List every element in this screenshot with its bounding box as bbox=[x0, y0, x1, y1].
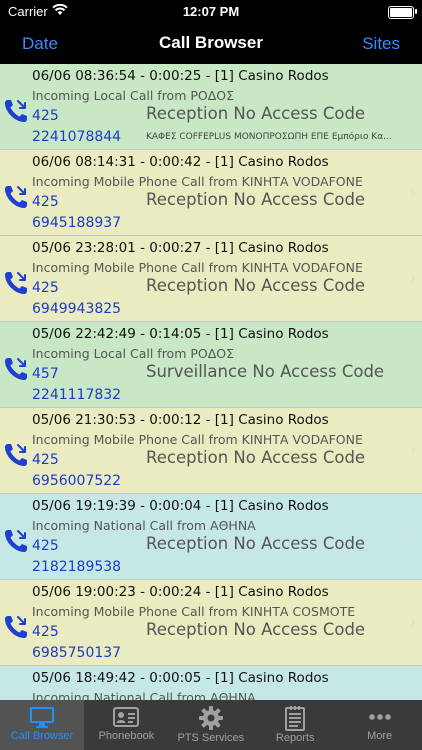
tab-label: PTS Services bbox=[177, 732, 245, 744]
call-access-code: Reception No Access Code bbox=[146, 448, 366, 467]
incoming-call-icon bbox=[3, 614, 29, 640]
call-header: 05/06 21:30:53 - 0:00:12 - [1] Casino Ro… bbox=[32, 412, 329, 428]
call-access-code: Reception No Access Code bbox=[146, 104, 366, 123]
call-row[interactable]: 05/06 18:49:42 - 0:00:05 - [1] Casino Ro… bbox=[0, 666, 422, 700]
call-extension: 425 bbox=[32, 452, 59, 468]
tab-phonebook[interactable]: Phonebook bbox=[84, 700, 168, 750]
page-title: Call Browser bbox=[159, 33, 263, 52]
call-access-code: Surveillance No Access Code bbox=[146, 362, 385, 381]
call-source: Incoming Mobile Phone Call from ΚΙΝΗΤΑ V… bbox=[32, 432, 363, 447]
tab-label: Call Browser bbox=[10, 730, 74, 742]
battery-icon bbox=[388, 6, 414, 19]
incoming-call-icon bbox=[3, 528, 29, 554]
call-header: 06/06 08:14:31 - 0:00:42 - [1] Casino Ro… bbox=[32, 154, 329, 170]
call-source: Incoming Mobile Phone Call from ΚΙΝΗΤΑ V… bbox=[32, 260, 363, 275]
chevron-right-icon: › bbox=[410, 355, 416, 373]
tab-bar: Call Browser Phonebook PTS Services Reports… bbox=[0, 700, 422, 750]
call-row[interactable]: 05/06 21:30:53 - 0:00:12 - [1] Casino Ro… bbox=[0, 408, 422, 494]
call-extension: 425 bbox=[32, 280, 59, 296]
call-row[interactable]: 05/06 19:19:39 - 0:00:04 - [1] Casino Ro… bbox=[0, 494, 422, 580]
call-source: Incoming National Call from ΑΘΗΝΑ bbox=[32, 518, 256, 533]
chevron-right-icon: › bbox=[410, 441, 416, 459]
call-extension: 457 bbox=[32, 366, 59, 382]
call-source: Incoming Local Call from ΡΟΔΟΣ bbox=[32, 88, 235, 103]
call-row[interactable]: 06/06 08:14:31 - 0:00:42 - [1] Casino Ro… bbox=[0, 150, 422, 236]
call-number: 2241078844 bbox=[32, 129, 122, 145]
incoming-call-icon bbox=[3, 98, 29, 124]
call-number: 2182189538 bbox=[32, 559, 122, 575]
call-access-code: Reception No Access Code bbox=[146, 190, 366, 209]
monitor-icon bbox=[0, 705, 84, 729]
call-row[interactable]: 05/06 22:42:49 - 0:14:05 - [1] Casino Ro… bbox=[0, 322, 422, 408]
call-row[interactable]: 06/06 08:36:54 - 0:00:25 - [1] Casino Ro… bbox=[0, 64, 422, 150]
call-source: Incoming National Call from ΑΘΗΝΑ bbox=[32, 690, 256, 700]
tab-call-browser[interactable]: Call Browser bbox=[0, 700, 84, 750]
call-number: 2241117832 bbox=[32, 387, 122, 403]
call-number: 6985750137 bbox=[32, 645, 122, 661]
chevron-right-icon: › bbox=[410, 97, 416, 115]
call-source: Incoming Mobile Phone Call from ΚΙΝΗΤΑ V… bbox=[32, 174, 363, 189]
chevron-right-icon: › bbox=[410, 527, 416, 545]
call-header: 05/06 18:49:42 - 0:00:05 - [1] Casino Ro… bbox=[32, 670, 329, 686]
call-header: 05/06 19:00:23 - 0:00:24 - [1] Casino Ro… bbox=[32, 584, 329, 600]
battery-tip bbox=[415, 9, 417, 14]
tab-reports[interactable]: Reports bbox=[253, 700, 337, 750]
call-source: Incoming Mobile Phone Call from ΚΙΝΗΤΑ C… bbox=[32, 604, 356, 619]
call-header: 05/06 22:42:49 - 0:14:05 - [1] Casino Ro… bbox=[32, 326, 329, 342]
call-row[interactable]: 05/06 19:00:23 - 0:00:24 - [1] Casino Ro… bbox=[0, 580, 422, 666]
chevron-right-icon: › bbox=[410, 613, 416, 631]
report-icon bbox=[253, 705, 337, 731]
incoming-call-icon bbox=[3, 442, 29, 468]
tab-label: Phonebook bbox=[98, 730, 155, 742]
call-number: 6945188937 bbox=[32, 215, 122, 231]
call-access-code: Reception No Access Code bbox=[146, 620, 366, 639]
incoming-call-icon bbox=[3, 270, 29, 296]
status-bar: Carrier 12:07 PM bbox=[0, 0, 422, 24]
call-row[interactable]: 05/06 23:28:01 - 0:00:27 - [1] Casino Ro… bbox=[0, 236, 422, 322]
more-icon bbox=[338, 705, 422, 729]
call-extension: 425 bbox=[32, 108, 59, 124]
tab-label: Reports bbox=[275, 732, 315, 744]
chevron-right-icon: › bbox=[410, 183, 416, 201]
call-list[interactable]: 06/06 08:36:54 - 0:00:25 - [1] Casino Ro… bbox=[0, 64, 422, 700]
call-header: 06/06 08:36:54 - 0:00:25 - [1] Casino Ro… bbox=[32, 68, 329, 84]
call-access-code: Reception No Access Code bbox=[146, 534, 366, 553]
tab-label: More bbox=[367, 730, 393, 742]
call-access-code: Reception No Access Code bbox=[146, 276, 366, 295]
tab-pts-services[interactable]: PTS Services bbox=[169, 700, 253, 750]
call-description: ΚΑΦΕΣ COFFEPLUS ΜΟΝΟΠΡΟΣΩΠΗ ΕΠΕ Εμπόριο … bbox=[146, 132, 392, 142]
chevron-right-icon: › bbox=[410, 269, 416, 287]
call-extension: 425 bbox=[32, 624, 59, 640]
contact-card-icon bbox=[84, 705, 168, 729]
call-source: Incoming Local Call from ΡΟΔΟΣ bbox=[32, 346, 235, 361]
call-extension: 425 bbox=[32, 194, 59, 210]
call-number: 6956007522 bbox=[32, 473, 122, 489]
call-number: 6949943825 bbox=[32, 301, 122, 317]
sites-button[interactable]: Sites bbox=[362, 34, 400, 54]
call-extension: 425 bbox=[32, 538, 59, 554]
status-time: 12:07 PM bbox=[182, 4, 240, 19]
incoming-call-icon bbox=[3, 356, 29, 382]
navigation-bar: Date Call Browser Sites bbox=[0, 24, 422, 64]
gear-icon bbox=[169, 705, 253, 731]
tab-more[interactable]: More bbox=[338, 700, 422, 750]
call-header: 05/06 23:28:01 - 0:00:27 - [1] Casino Ro… bbox=[32, 240, 329, 256]
incoming-call-icon bbox=[3, 184, 29, 210]
call-header: 05/06 19:19:39 - 0:00:04 - [1] Casino Ro… bbox=[32, 498, 329, 514]
